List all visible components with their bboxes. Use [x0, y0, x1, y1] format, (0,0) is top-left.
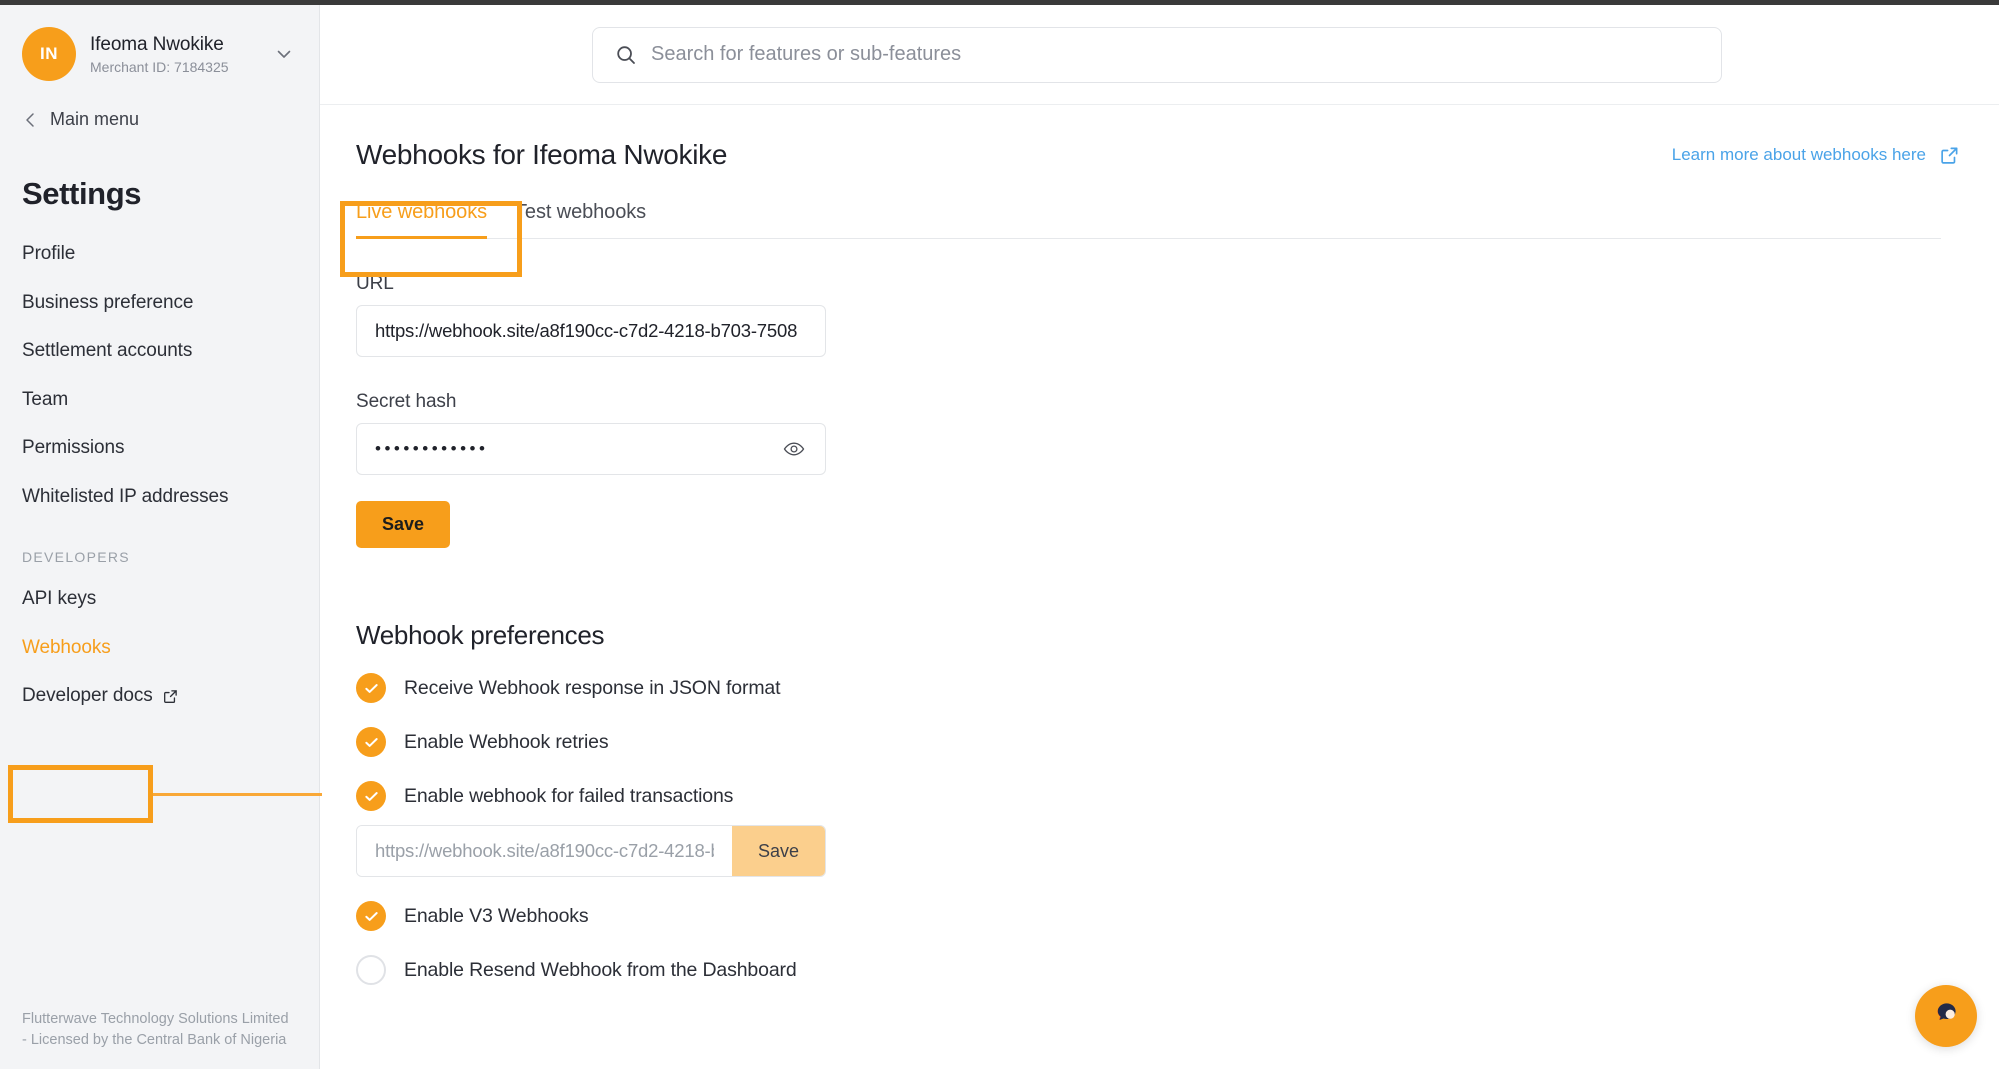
pref-json-format-label: Receive Webhook response in JSON format — [404, 676, 781, 699]
webhook-tabs: Live webhooks Test webhooks — [356, 201, 1941, 239]
secret-hash-masked-value: •••••••••••• — [375, 439, 489, 458]
sidebar: IN Ifeoma Nwokike Merchant ID: 7184325 M… — [0, 5, 320, 1069]
page-section-title: Settings — [22, 176, 142, 211]
pref-failed-transactions[interactable]: Enable webhook for failed transactions — [356, 781, 1963, 811]
chevron-down-icon[interactable] — [273, 43, 295, 65]
eye-icon[interactable] — [781, 436, 807, 462]
pref-webhook-retries-label: Enable Webhook retries — [404, 730, 609, 753]
profile-text: Ifeoma Nwokike Merchant ID: 7184325 — [90, 33, 273, 76]
failed-transactions-save-button[interactable]: Save — [731, 826, 825, 876]
pref-resend-webhook[interactable]: Enable Resend Webhook from the Dashboard — [356, 955, 1963, 985]
chevron-left-icon — [22, 111, 38, 129]
url-input[interactable] — [375, 320, 807, 342]
profile-name: Ifeoma Nwokike — [90, 33, 224, 55]
tab-live-webhooks[interactable]: Live webhooks — [356, 201, 487, 239]
url-input-wrapper[interactable] — [356, 305, 826, 357]
external-link-icon — [1940, 146, 1959, 165]
sidebar-item-developer-docs[interactable]: Developer docs — [0, 672, 319, 721]
content-area: Webhooks for Ifeoma Nwokike Learn more a… — [320, 105, 1999, 985]
webhook-preferences-title: Webhook preferences — [356, 620, 605, 650]
failed-transactions-url-group[interactable]: Save — [356, 825, 826, 877]
pref-webhook-retries[interactable]: Enable Webhook retries — [356, 727, 1963, 757]
url-field-group: URL — [356, 273, 1963, 357]
developers-nav: API keys Webhooks Developer docs — [0, 575, 319, 721]
search-input[interactable] — [651, 43, 1699, 66]
sidebar-item-whitelisted-ip-addresses[interactable]: Whitelisted IP addresses — [0, 473, 319, 522]
pref-v3-webhooks[interactable]: Enable V3 Webhooks — [356, 901, 1963, 931]
external-link-icon — [163, 689, 178, 704]
settings-nav: Profile Business preference Settlement a… — [0, 222, 319, 521]
pref-json-format[interactable]: Receive Webhook response in JSON format — [356, 673, 1963, 703]
pref-v3-webhooks-label: Enable V3 Webhooks — [404, 904, 589, 927]
sidebar-footer-text: Flutterwave Technology Solutions Limited… — [22, 1010, 289, 1048]
profile-switcher[interactable]: IN Ifeoma Nwokike Merchant ID: 7184325 — [0, 5, 319, 99]
app-root: IN Ifeoma Nwokike Merchant ID: 7184325 M… — [0, 0, 1999, 1069]
secret-field-group: Secret hash •••••••••••• — [356, 391, 1963, 475]
save-button[interactable]: Save — [356, 501, 451, 548]
sidebar-item-business-preference[interactable]: Business preference — [0, 279, 319, 328]
main-menu-label: Main menu — [50, 109, 140, 129]
chat-widget-button[interactable] — [1915, 985, 1977, 1047]
main-area: Webhooks for Ifeoma Nwokike Learn more a… — [320, 5, 1999, 1069]
secret-hash-label: Secret hash — [356, 391, 457, 412]
checkbox-checked-icon[interactable] — [356, 781, 386, 811]
chat-bubbles-icon — [1929, 997, 1963, 1036]
pref-failed-transactions-label: Enable webhook for failed transactions — [404, 784, 734, 807]
merchant-id: Merchant ID: 7184325 — [90, 59, 229, 76]
sidebar-item-settlement-accounts[interactable]: Settlement accounts — [0, 327, 319, 376]
sidebar-item-profile[interactable]: Profile — [0, 230, 319, 279]
secret-hash-input-wrapper[interactable]: •••••••••••• — [356, 423, 826, 475]
failed-transactions-url-input[interactable] — [357, 826, 732, 876]
checkbox-unchecked-icon[interactable] — [356, 955, 386, 985]
sidebar-item-developer-docs-label: Developer docs — [22, 685, 153, 706]
checkbox-checked-icon[interactable] — [356, 901, 386, 931]
url-label: URL — [356, 273, 394, 294]
learn-more-label: Learn more about webhooks here — [1671, 145, 1926, 164]
sidebar-item-team[interactable]: Team — [0, 376, 319, 425]
avatar: IN — [22, 27, 76, 81]
search-icon — [615, 44, 637, 66]
main-menu-back[interactable]: Main menu — [0, 99, 319, 134]
learn-more-link[interactable]: Learn more about webhooks here — [1672, 145, 1959, 165]
pref-resend-webhook-label: Enable Resend Webhook from the Dashboard — [404, 958, 797, 981]
sidebar-item-webhooks[interactable]: Webhooks — [0, 624, 319, 673]
sidebar-item-permissions[interactable]: Permissions — [0, 424, 319, 473]
checkbox-checked-icon[interactable] — [356, 727, 386, 757]
top-bar — [320, 5, 1999, 105]
developers-group-label: DEVELOPERS — [22, 549, 130, 565]
tab-test-webhooks[interactable]: Test webhooks — [515, 201, 646, 238]
checkbox-checked-icon[interactable] — [356, 673, 386, 703]
sidebar-item-api-keys[interactable]: API keys — [0, 575, 319, 624]
page-title: Webhooks for Ifeoma Nwokike — [356, 139, 728, 170]
page-header: Webhooks for Ifeoma Nwokike Learn more a… — [356, 139, 1963, 171]
search-bar[interactable] — [592, 26, 1722, 83]
